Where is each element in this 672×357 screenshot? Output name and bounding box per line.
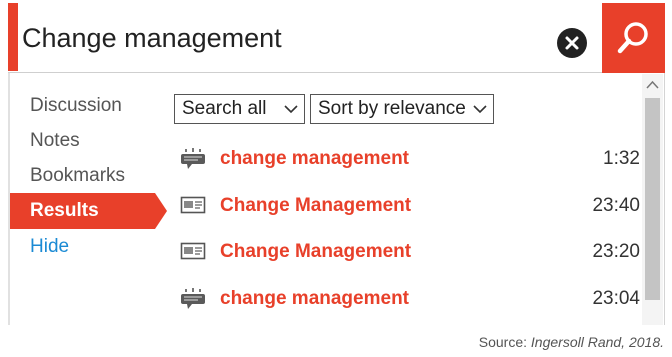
search-panel: Discussion Notes Bookmarks Results Hide … <box>8 3 665 325</box>
result-title: Change Management <box>220 241 412 262</box>
accent-stripe <box>8 3 18 71</box>
result-item[interactable]: change management 23:04 <box>180 280 640 320</box>
clear-x-icon <box>565 36 579 50</box>
scope-select[interactable]: Search all <box>174 94 305 124</box>
result-timestamp: 1:32 <box>603 148 640 169</box>
sort-select[interactable]: Sort by relevance <box>310 94 494 124</box>
sidebar-item-results[interactable]: Results <box>10 193 167 229</box>
source-prefix: Source: <box>478 334 531 350</box>
sidebar-item-notes[interactable]: Notes <box>10 123 80 159</box>
magnifier-icon <box>617 22 648 54</box>
search-input[interactable] <box>20 13 544 63</box>
source-citation: Ingersoll Rand, 2018. <box>530 334 664 350</box>
slide-icon <box>180 242 206 260</box>
result-item[interactable]: change management 1:32 <box>180 140 640 180</box>
result-timestamp: 23:04 <box>592 288 640 309</box>
sort-select-value: Sort by relevance <box>318 98 466 119</box>
result-title: Change Management <box>220 195 412 216</box>
hide-link[interactable]: Hide <box>10 229 69 265</box>
result-item[interactable]: Change Management 23:40 <box>180 187 640 227</box>
sidebar-nav: Discussion Notes Bookmarks Results Hide <box>8 73 168 325</box>
result-title: change management <box>220 148 409 169</box>
result-title: change management <box>220 288 409 309</box>
sidebar-item-bookmarks[interactable]: Bookmarks <box>10 158 125 194</box>
result-timestamp: 23:40 <box>592 195 640 216</box>
results-scrollbar[interactable] <box>642 74 663 325</box>
slide-icon <box>180 196 206 214</box>
search-bar <box>8 3 665 73</box>
search-button[interactable] <box>602 3 665 73</box>
scrollbar-thumb[interactable] <box>645 98 660 300</box>
scope-select-value: Search all <box>182 98 267 119</box>
clear-search-button[interactable] <box>557 28 587 58</box>
speech-transcript-icon <box>181 288 205 309</box>
chevron-down-icon <box>284 105 298 114</box>
chevron-down-icon <box>473 105 487 114</box>
result-item[interactable]: Change Management 23:20 <box>180 233 640 273</box>
result-timestamp: 23:20 <box>592 241 640 262</box>
sidebar-item-discussion[interactable]: Discussion <box>10 88 122 124</box>
source-caption: Source: Ingersoll Rand, 2018. <box>479 334 664 350</box>
speech-transcript-icon <box>181 148 205 169</box>
caret-up-icon[interactable] <box>646 80 659 89</box>
